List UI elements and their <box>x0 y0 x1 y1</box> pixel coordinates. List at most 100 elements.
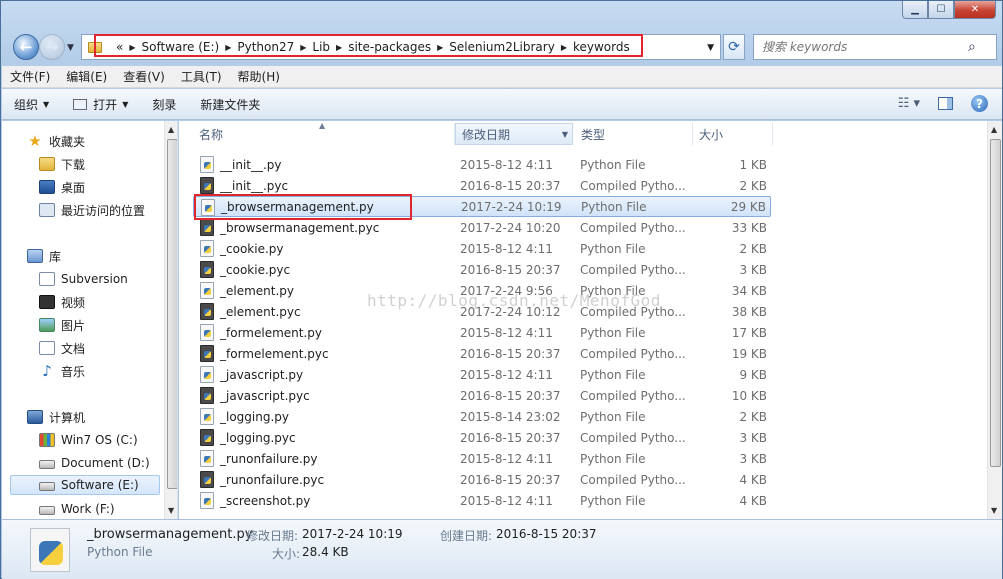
nav-drive-e[interactable]: Software (E:) <box>10 475 160 495</box>
file-row[interactable]: _logging.pyc 2016-8-15 20:37 Compiled Pyth… <box>193 427 771 448</box>
address-dropdown[interactable]: ▼ <box>707 43 714 53</box>
search-box[interactable]: ⌕ <box>753 34 997 60</box>
nav-label: 视频 <box>61 295 86 310</box>
file-size: 3 KB <box>739 451 767 466</box>
file-type: Python File <box>580 493 646 508</box>
menu-item[interactable]: 查看(V) <box>115 68 173 85</box>
menu-item[interactable]: 文件(F) <box>2 68 58 85</box>
nav-label: Subversion <box>61 272 128 286</box>
drive-icon <box>39 460 55 469</box>
minimize-button[interactable]: ▁ <box>902 1 928 19</box>
scroll-down-icon[interactable]: ▼ <box>991 506 997 515</box>
search-input[interactable] <box>754 40 964 54</box>
file-size: 19 KB <box>731 346 767 361</box>
file-row[interactable]: _cookie.pyc 2016-8-15 20:37 Compiled Pytho… <box>193 259 771 280</box>
help-icon[interactable]: ? <box>971 95 988 112</box>
recent-pages-dropdown[interactable]: ▼ <box>67 43 74 53</box>
nav-recent-places[interactable]: 最近访问的位置 <box>39 200 145 220</box>
close-button[interactable]: ✕ <box>954 1 996 19</box>
file-row[interactable]: _cookie.py 2015-8-12 4:11 Python File 2 KB <box>193 238 771 259</box>
file-row[interactable]: _javascript.pyc 2016-8-15 20:37 Compiled P… <box>193 385 771 406</box>
nav-pictures[interactable]: 图片 <box>39 315 85 335</box>
column-type[interactable]: 类型 <box>575 123 693 145</box>
scroll-thumb[interactable] <box>167 139 177 489</box>
open-button[interactable]: 打开 ▼ <box>61 96 140 113</box>
breadcrumb-item[interactable]: site-packages <box>342 40 437 54</box>
navigation-scrollbar[interactable]: ▲ ▼ <box>164 121 177 519</box>
column-size[interactable]: 大小 <box>693 123 773 145</box>
scroll-down-icon[interactable]: ▼ <box>168 506 174 515</box>
nav-drive-c[interactable]: Win7 OS (C:) <box>39 430 138 450</box>
column-date[interactable]: 修改日期 ▼ <box>455 123 573 145</box>
file-row[interactable]: __init__.pyc 2016-8-15 20:37 Compiled Pyth… <box>193 175 771 196</box>
breadcrumb-overflow[interactable]: « <box>110 40 129 54</box>
breadcrumb-item[interactable]: Lib <box>306 40 336 54</box>
file-row[interactable]: _runonfailure.pyc 2016-8-15 20:37 Compiled… <box>193 469 771 490</box>
breadcrumb-item[interactable]: Selenium2Library <box>443 40 561 54</box>
breadcrumb-item[interactable]: keywords <box>567 40 636 54</box>
file-row[interactable]: __init__.py 2015-8-12 4:11 Python File 1 KB <box>193 154 771 175</box>
scroll-thumb[interactable] <box>990 139 1001 467</box>
file-row[interactable]: _runonfailure.py 2015-8-12 4:11 Python Fil… <box>193 448 771 469</box>
menu-item[interactable]: 编辑(E) <box>58 68 115 85</box>
nav-desktop[interactable]: 桌面 <box>39 177 85 197</box>
nav-favorites[interactable]: ★ 收藏夹 <box>27 131 85 151</box>
file-size: 4 KB <box>739 472 767 487</box>
file-type: Compiled Pytho... <box>580 178 686 193</box>
nav-documents[interactable]: 文档 <box>39 338 85 358</box>
new-folder-button[interactable]: 新建文件夹 <box>188 96 272 113</box>
file-size: 2 KB <box>739 409 767 424</box>
scroll-up-icon[interactable]: ▲ <box>991 125 997 134</box>
nav-drive-f[interactable]: Work (F:) <box>39 499 115 519</box>
nav-downloads[interactable]: 下载 <box>39 154 85 174</box>
organize-button[interactable]: 组织 ▼ <box>2 96 61 113</box>
nav-drive-d[interactable]: Document (D:) <box>39 453 150 473</box>
file-row[interactable]: _element.pyc 2017-2-24 10:12 Compiled Pyth… <box>193 301 771 322</box>
file-date: 2016-8-15 20:37 <box>460 388 561 403</box>
nav-libraries[interactable]: 库 <box>27 246 61 266</box>
computer-icon <box>27 410 43 424</box>
nav-videos[interactable]: 视频 <box>39 292 85 312</box>
address-bar[interactable]: « ▶ Software (E:) ▶ Python27 ▶ Lib ▶ site-packa… <box>81 34 721 60</box>
file-row[interactable]: _formelement.py 2015-8-12 4:11 Python File… <box>193 322 771 343</box>
file-date: 2017-2-24 9:56 <box>460 283 553 298</box>
menu-item[interactable]: 工具(T) <box>173 68 230 85</box>
maximize-button[interactable]: ☐ <box>928 1 954 19</box>
nav-label: 文档 <box>61 341 86 356</box>
file-date: 2016-8-15 20:37 <box>460 346 561 361</box>
nav-subversion[interactable]: Subversion <box>39 269 128 289</box>
document-icon <box>39 341 55 355</box>
forward-button[interactable]: → <box>39 34 65 60</box>
file-row[interactable]: _element.py 2017-2-24 9:56 Python File 34 K… <box>193 280 771 301</box>
back-button[interactable]: ← <box>13 34 39 60</box>
file-type: Compiled Pytho... <box>580 346 686 361</box>
nav-music[interactable]: ♪ 音乐 <box>39 361 85 381</box>
file-type: Python File <box>580 367 646 382</box>
file-row[interactable]: _screenshot.py 2015-8-12 4:11 Python File 4… <box>193 490 771 511</box>
nav-computer[interactable]: 计算机 <box>27 407 85 427</box>
view-options-icon[interactable]: ☷ ▾ <box>898 96 920 111</box>
preview-pane-icon[interactable] <box>938 97 953 110</box>
file-name: _element.py <box>220 283 295 298</box>
menu-item[interactable]: 帮助(H) <box>230 68 288 85</box>
drive-icon <box>39 506 55 515</box>
file-name: _javascript.py <box>220 367 304 382</box>
file-row[interactable]: _logging.py 2015-8-14 23:02 Python File 2 K… <box>193 406 771 427</box>
breadcrumb-item[interactable]: Software (E:) <box>136 40 226 54</box>
column-name[interactable]: 名称 <box>193 123 455 145</box>
file-date: 2017-2-24 10:19 <box>461 199 562 214</box>
file-row[interactable]: _browsermanagement.py 2017-2-24 10:19 Pyth… <box>193 196 771 217</box>
file-row[interactable]: _formelement.pyc 2016-8-15 20:37 Compiled … <box>193 343 771 364</box>
python-file-icon <box>200 450 214 467</box>
caret-down-icon[interactable]: ▼ <box>562 130 568 139</box>
search-icon[interactable]: ⌕ <box>968 39 976 55</box>
details-size-label: 大小: <box>272 547 301 561</box>
refresh-button[interactable]: ⟳ <box>723 34 745 60</box>
file-list-scrollbar[interactable]: ▲ ▼ <box>987 121 1002 519</box>
burn-button[interactable]: 刻录 <box>140 96 188 113</box>
file-row[interactable]: _browsermanagement.pyc 2017-2-24 10:20 Com… <box>193 217 771 238</box>
compiled-python-file-icon <box>200 471 214 488</box>
file-row[interactable]: _javascript.py 2015-8-12 4:11 Python File 9… <box>193 364 771 385</box>
breadcrumb-item[interactable]: Python27 <box>231 40 300 54</box>
scroll-up-icon[interactable]: ▲ <box>168 125 174 134</box>
